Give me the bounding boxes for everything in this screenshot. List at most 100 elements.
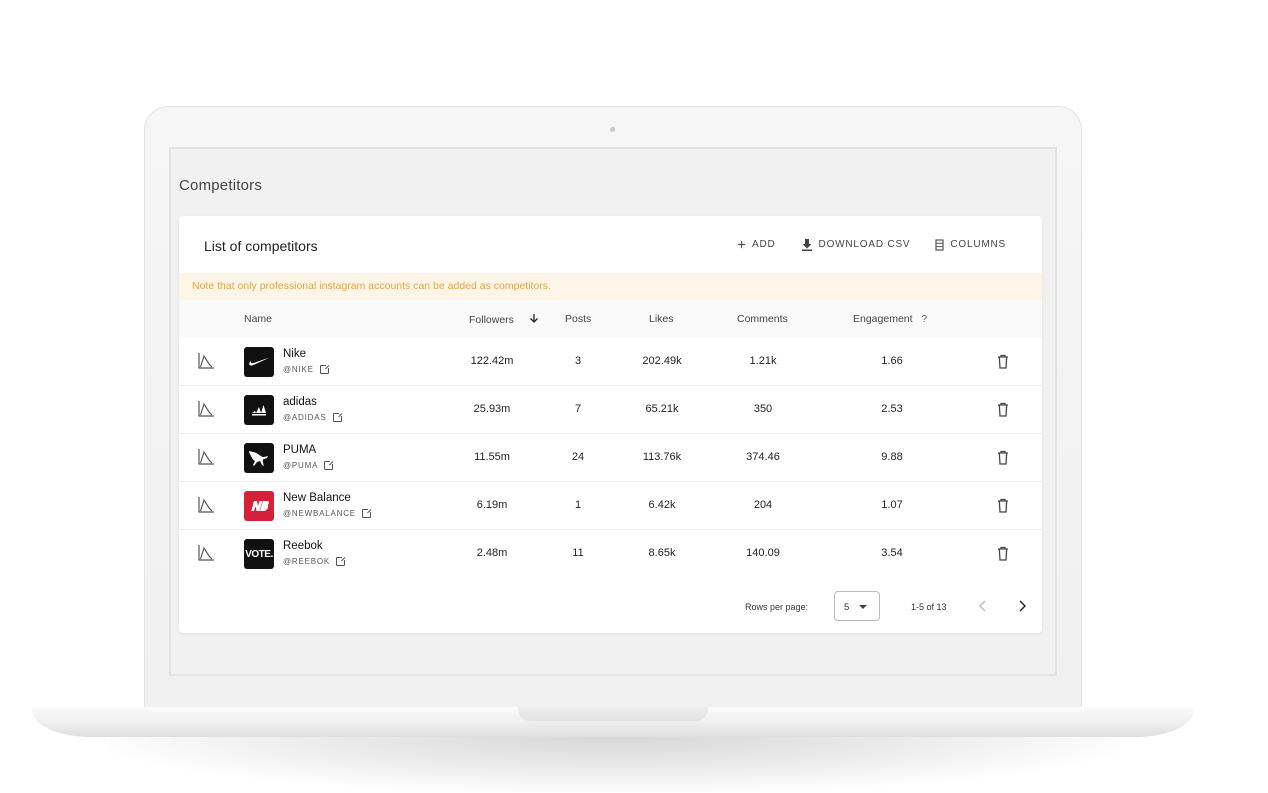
reebok-logo-text: VOTE.	[245, 548, 273, 560]
external-link-icon[interactable]	[361, 508, 372, 518]
laptop-shadow	[110, 736, 1120, 792]
columns-icon	[935, 238, 944, 251]
page-title: Competitors	[179, 177, 263, 194]
external-link-icon[interactable]	[319, 364, 330, 374]
competitor-handle: @NIKE	[283, 364, 330, 374]
columns-button[interactable]: COLUMNS	[935, 238, 1006, 251]
table-row: Nike @NIKE 122.42m 3 202.49k 1.21k 1.66	[179, 338, 1042, 386]
card-title: List of competitors	[204, 238, 318, 254]
nike-logo	[244, 347, 274, 377]
followers-cell: 122.42m	[470, 355, 514, 367]
likes-cell: 6.42k	[648, 499, 676, 511]
comments-cell: 140.09	[746, 547, 780, 559]
webcam	[610, 127, 615, 132]
plus-icon	[737, 240, 746, 249]
chart-icon[interactable]	[197, 352, 215, 370]
comments-cell: 1.21k	[749, 355, 777, 367]
page-range: 1-5 of 13	[911, 602, 947, 612]
download-icon	[801, 238, 813, 251]
header-posts[interactable]: Posts	[565, 313, 591, 325]
handle-text: @ADIDAS	[283, 413, 327, 422]
columns-label: COLUMNS	[950, 239, 1006, 250]
external-link-icon[interactable]	[324, 460, 335, 470]
chart-icon[interactable]	[197, 496, 215, 514]
adidas-logo	[244, 395, 274, 425]
download-csv-label: DOWNLOAD CSV	[818, 239, 911, 250]
header-followers[interactable]: Followers	[469, 313, 539, 327]
toolbar: ADD DOWNLOAD CSV COLUMNS	[737, 238, 1006, 251]
likes-cell: 113.76k	[642, 451, 682, 463]
table-header: Name Followers Posts Likes Comments Enga…	[179, 300, 1042, 338]
header-name[interactable]: Name	[244, 313, 272, 325]
competitor-handle: @NEWBALANCE	[283, 508, 372, 518]
posts-cell: 3	[574, 355, 582, 367]
reebok-logo: VOTE.	[244, 539, 274, 569]
likes-cell: 65.21k	[645, 403, 679, 415]
header-engagement-label: Engagement	[853, 313, 913, 325]
rows-per-page-select[interactable]: 5	[834, 591, 880, 621]
posts-cell: 11	[572, 547, 584, 559]
competitor-name: adidas	[283, 396, 317, 408]
followers-cell: 6.19m	[476, 499, 508, 511]
external-link-icon[interactable]	[332, 412, 343, 422]
table-row: New Balance @NEWBALANCE 6.19m 1 6.42k 20…	[179, 482, 1042, 530]
competitor-handle: @ADIDAS	[283, 412, 343, 422]
chart-icon[interactable]	[197, 448, 215, 466]
table-row: adidas @ADIDAS 25.93m 7 65.21k 350 2.53	[179, 386, 1042, 434]
likes-cell: 202.49k	[642, 355, 682, 367]
puma-logo	[244, 443, 274, 473]
engagement-cell: 3.54	[881, 547, 903, 559]
header-comments[interactable]: Comments	[737, 313, 788, 325]
table-row: VOTE. Reebok @REEBOK 2.48m 11 8.65k 140.…	[179, 530, 1042, 578]
trash-icon[interactable]	[997, 450, 1009, 465]
pagination: Rows per page: 5 1-5 of 13	[179, 581, 1042, 633]
table-row: PUMA @PUMA 11.55m 24 113.76k 374.46 9.88	[179, 434, 1042, 482]
download-csv-button[interactable]: DOWNLOAD CSV	[801, 238, 911, 251]
new-balance-logo	[244, 491, 274, 521]
chevron-right-icon[interactable]	[1015, 597, 1029, 615]
competitors-card: List of competitors ADD DOWNLOAD CSV COL…	[179, 216, 1042, 633]
engagement-cell: 1.66	[881, 355, 903, 367]
handle-text: @NEWBALANCE	[283, 509, 356, 518]
header-likes[interactable]: Likes	[649, 313, 674, 325]
engagement-cell: 2.53	[881, 403, 903, 415]
engagement-cell: 1.07	[881, 499, 903, 511]
help-icon[interactable]: ?	[921, 314, 927, 325]
laptop-notch	[518, 707, 708, 721]
trash-icon[interactable]	[997, 354, 1009, 369]
rows-per-page-value: 5	[844, 602, 850, 613]
competitor-handle: @REEBOK	[283, 556, 347, 566]
competitor-handle: @PUMA	[283, 460, 335, 470]
competitor-name: Nike	[283, 348, 307, 360]
header-engagement[interactable]: Engagement ?	[853, 313, 927, 325]
likes-cell: 8.65k	[648, 547, 676, 559]
add-button[interactable]: ADD	[737, 239, 776, 250]
competitor-name: New Balance	[283, 492, 351, 504]
external-link-icon[interactable]	[336, 556, 347, 566]
handle-text: @REEBOK	[283, 557, 331, 566]
competitor-name: PUMA	[283, 444, 317, 456]
posts-cell: 1	[574, 499, 582, 511]
chevron-left-icon[interactable]	[976, 597, 990, 615]
add-label: ADD	[752, 239, 776, 250]
chart-icon[interactable]	[197, 544, 215, 562]
followers-cell: 11.55m	[474, 451, 510, 463]
handle-text: @NIKE	[283, 365, 314, 374]
trash-icon[interactable]	[997, 498, 1009, 513]
info-note: Note that only professional instagram ac…	[179, 273, 1042, 300]
posts-cell: 24	[571, 451, 585, 463]
trash-icon[interactable]	[997, 546, 1009, 561]
followers-cell: 2.48m	[476, 547, 508, 559]
header-followers-label: Followers	[469, 314, 514, 326]
sort-arrow-down-icon[interactable]	[529, 313, 539, 327]
followers-cell: 25.93m	[473, 403, 511, 415]
posts-cell: 7	[574, 403, 582, 415]
rows-per-page-label: Rows per page:	[745, 602, 809, 612]
comments-cell: 350	[753, 403, 773, 415]
engagement-cell: 9.88	[881, 451, 903, 463]
handle-text: @PUMA	[283, 461, 319, 470]
comments-cell: 204	[753, 499, 773, 511]
trash-icon[interactable]	[997, 402, 1009, 417]
caret-down-icon	[859, 605, 867, 609]
chart-icon[interactable]	[197, 400, 215, 418]
